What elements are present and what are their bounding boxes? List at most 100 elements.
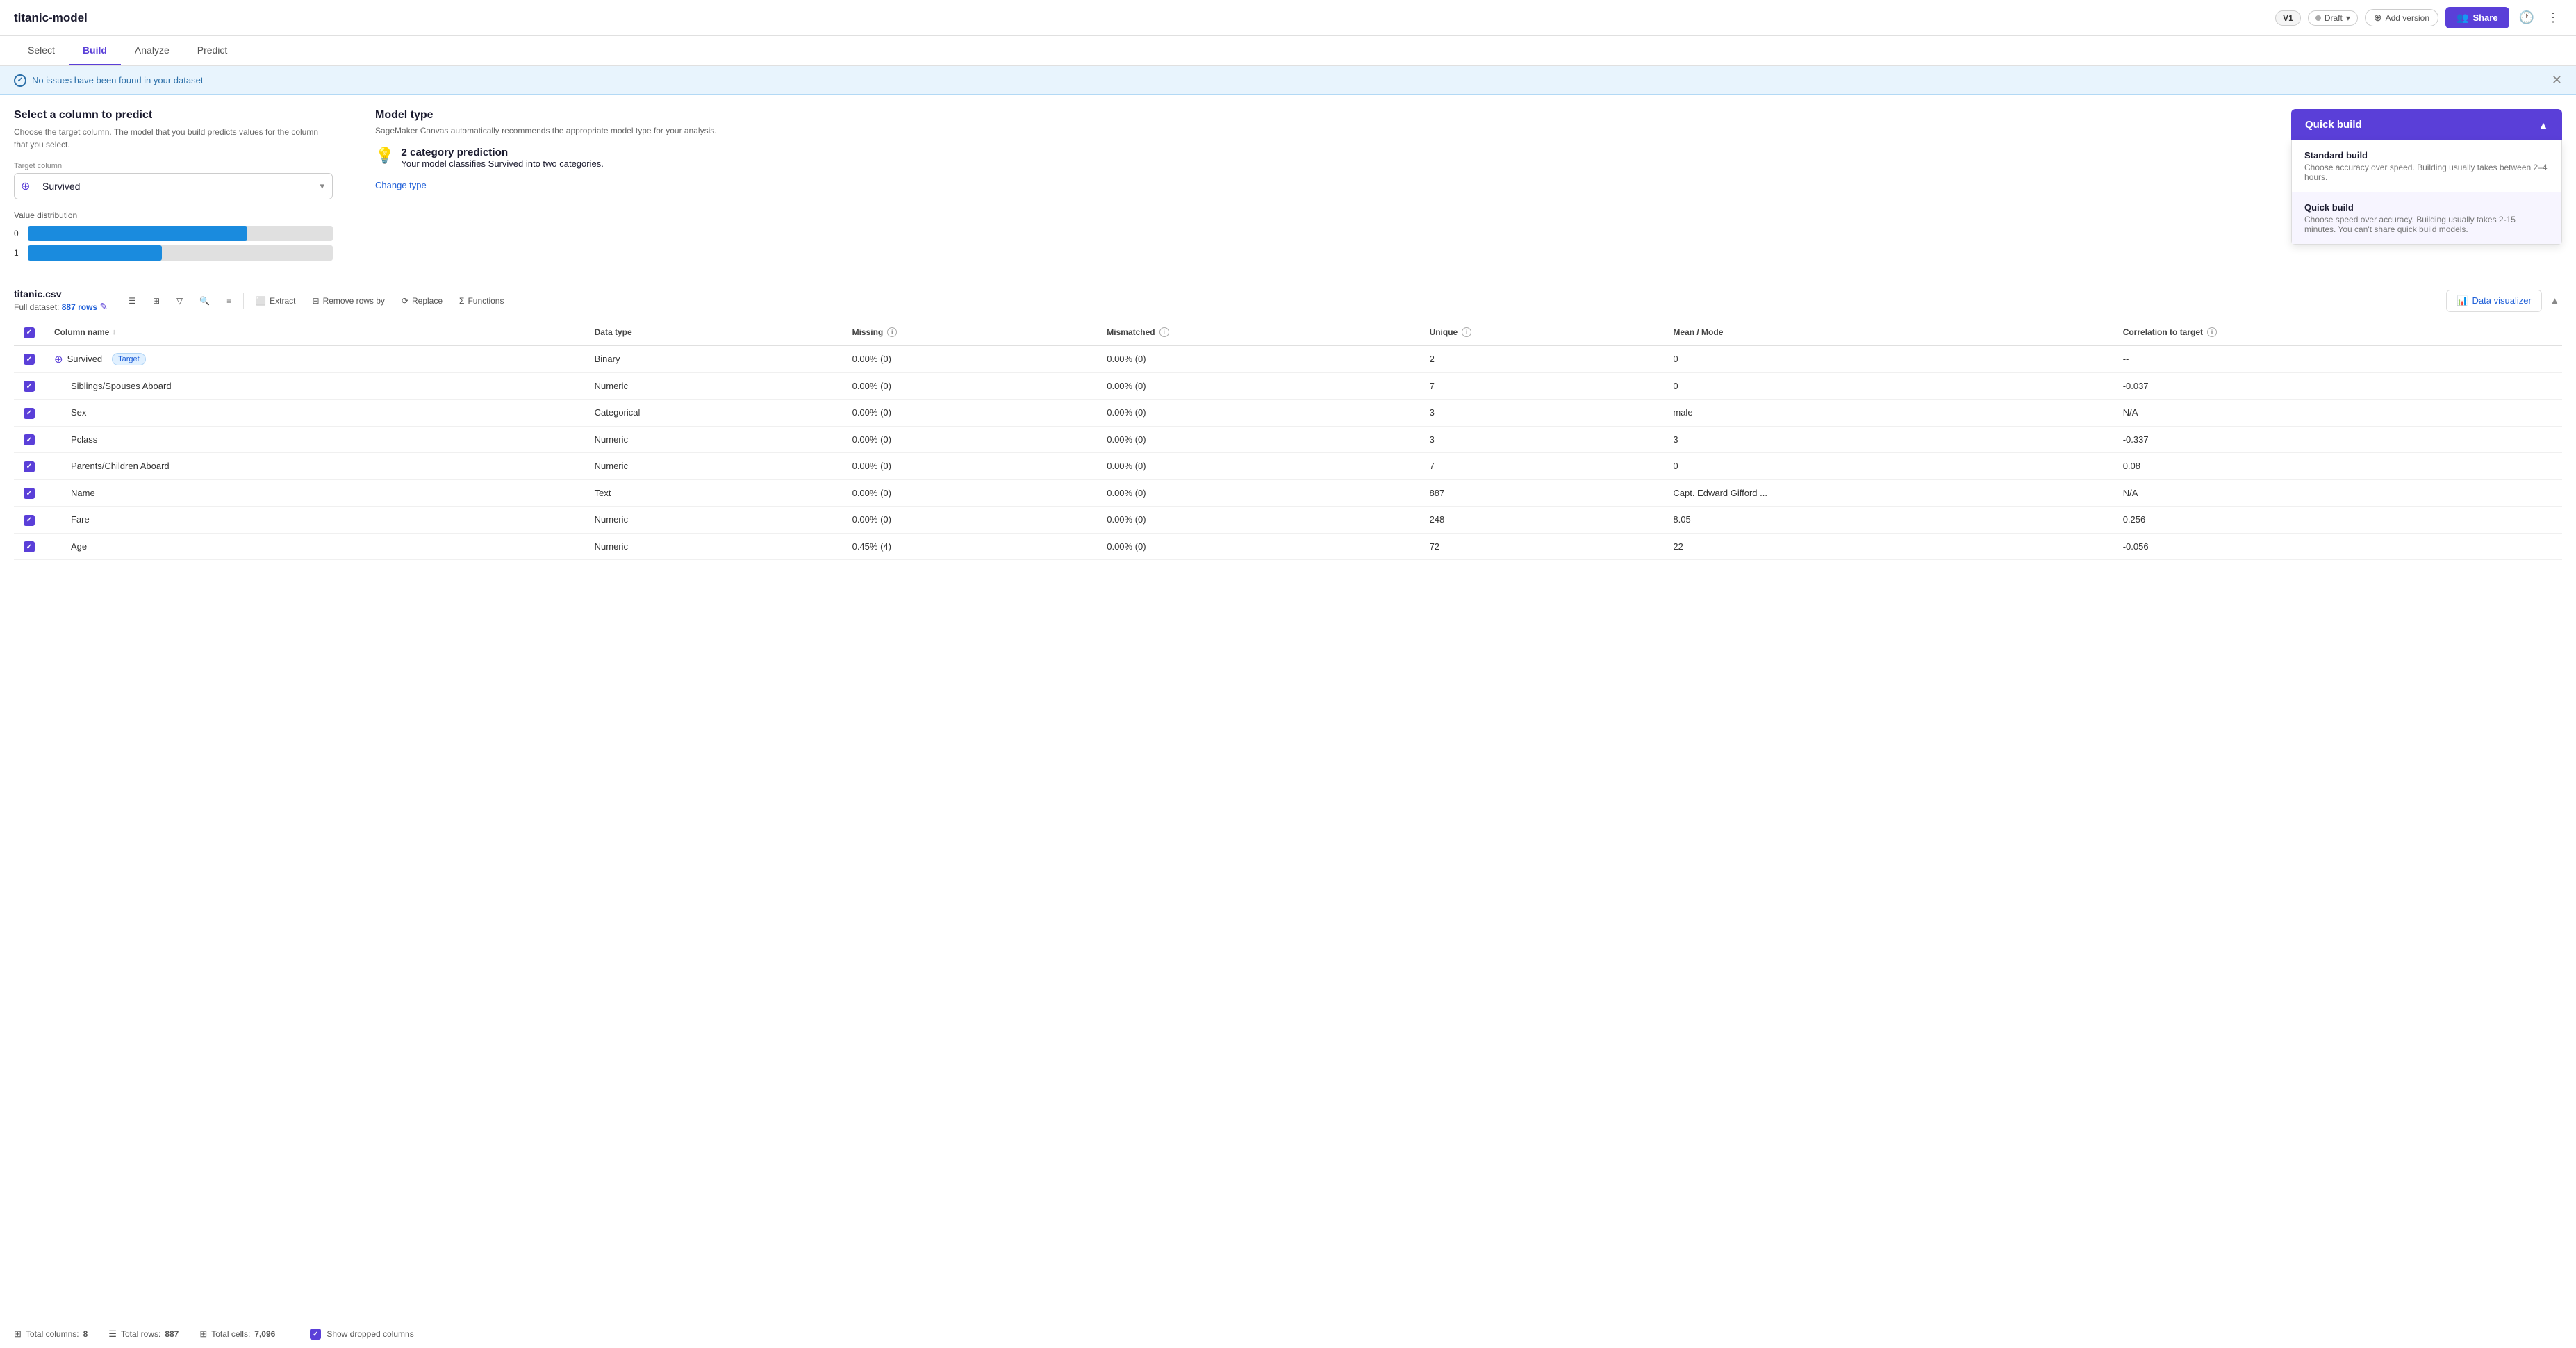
dataset-right: 📊 Data visualizer ▲ [2446, 290, 2562, 312]
prediction-desc: Your model classifies Survived into two … [401, 158, 603, 169]
mismatched-info-icon[interactable]: i [1159, 327, 1169, 337]
value-dist-label: Value distribution [14, 211, 333, 220]
row-mismatched-7: 0.00% (0) [1097, 533, 1419, 560]
row-mismatched-5: 0.00% (0) [1097, 479, 1419, 507]
extract-label: Extract [270, 296, 295, 306]
jump-button[interactable]: ≡ [220, 292, 238, 310]
replace-button[interactable]: ⟳ Replace [395, 292, 449, 310]
missing-label: Missing [852, 327, 884, 337]
missing-info-icon[interactable]: i [887, 327, 897, 337]
row-missing-0: 0.00% (0) [843, 345, 1098, 372]
row-checkbox-1[interactable]: ✓ [24, 381, 35, 392]
alert-close-button[interactable]: ✕ [2552, 73, 2562, 88]
rows-icon: ☰ [108, 1329, 117, 1340]
row-mismatched-0: 0.00% (0) [1097, 345, 1419, 372]
filter-button[interactable]: ▽ [170, 292, 190, 310]
row-unique-1: 7 [1420, 372, 1664, 400]
change-type-link[interactable]: Change type [375, 180, 427, 190]
quick-build-option[interactable]: Quick build Choose speed over accuracy. … [2292, 192, 2561, 244]
tab-build[interactable]: Build [69, 36, 121, 65]
replace-icon: ⟳ [402, 296, 408, 306]
quick-build-button[interactable]: Quick build ▲ [2291, 109, 2562, 140]
column-name-header[interactable]: Column name ↓ [54, 327, 575, 337]
more-options-button[interactable]: ⋮ [2544, 8, 2562, 28]
total-columns-item: ⊞ Total columns: 8 [14, 1329, 88, 1340]
functions-button[interactable]: Σ Functions [452, 292, 511, 310]
data-visualizer-button[interactable]: 📊 Data visualizer [2446, 290, 2541, 312]
header-column-name: Column name ↓ [44, 320, 585, 345]
dataset-rows: Full dataset: 887 rows ✎ [14, 301, 108, 313]
row-mean-mode-7: 22 [1663, 533, 2113, 560]
chevron-up-icon: ▲ [2550, 295, 2559, 306]
show-dropped-checkbox[interactable]: ✓ [310, 1329, 321, 1340]
bar-label-0: 0 [14, 229, 22, 238]
total-cells-value: 7,096 [254, 1329, 275, 1339]
row-checkbox-4[interactable]: ✓ [24, 461, 35, 472]
row-name: Age [71, 541, 87, 552]
chevron-down-icon: ▾ [2346, 13, 2350, 23]
collapse-button[interactable]: ▲ [2548, 293, 2562, 309]
app-title: titanic-model [14, 11, 88, 25]
row-checkbox-2[interactable]: ✓ [24, 408, 35, 419]
row-data-type-3: Numeric [585, 426, 843, 453]
unique-info-icon[interactable]: i [1462, 327, 1471, 337]
row-data-type-1: Numeric [585, 372, 843, 400]
row-name: Fare [71, 514, 90, 525]
row-checkbox-cell: ✓ [14, 400, 44, 427]
draft-label: Draft [2325, 13, 2343, 23]
row-mismatched-4: 0.00% (0) [1097, 453, 1419, 480]
unique-header: Unique i [1430, 327, 1654, 337]
bar-label-1: 1 [14, 248, 22, 258]
remove-rows-label: Remove rows by [323, 296, 385, 306]
row-data-type-2: Categorical [585, 400, 843, 427]
tab-predict[interactable]: Predict [183, 36, 242, 65]
target-column-selector: ⊕ Survived ▾ [14, 173, 333, 199]
standard-build-option[interactable]: Standard build Choose accuracy over spee… [2292, 140, 2561, 192]
row-data-type-4: Numeric [585, 453, 843, 480]
remove-rows-button[interactable]: ⊟ Remove rows by [306, 292, 392, 310]
row-checkbox-5[interactable]: ✓ [24, 488, 35, 499]
row-checkbox-7[interactable]: ✓ [24, 541, 35, 552]
row-name: Parents/Children Aboard [71, 461, 170, 471]
data-type-label: Data type [595, 327, 632, 337]
share-label: Share [2472, 13, 2497, 23]
tab-analyze[interactable]: Analyze [121, 36, 183, 65]
share-button[interactable]: 👥 Share [2445, 7, 2509, 28]
row-unique-7: 72 [1420, 533, 1664, 560]
row-checkbox-3[interactable]: ✓ [24, 434, 35, 445]
prediction-details: 2 category prediction Your model classif… [401, 147, 603, 169]
extract-button[interactable]: ⬜ Extract [249, 292, 302, 310]
row-mean-mode-6: 8.05 [1663, 507, 2113, 534]
edit-icon[interactable]: ✎ [99, 301, 108, 312]
row-correlation-0: -- [2113, 345, 2562, 372]
search-icon: 🔍 [199, 296, 210, 306]
tab-select[interactable]: Select [14, 36, 69, 65]
draft-button[interactable]: Draft ▾ [2308, 10, 2358, 26]
row-checkbox-6[interactable]: ✓ [24, 515, 35, 526]
header-correlation: Correlation to target i [2113, 320, 2562, 345]
total-rows-item: ☰ Total rows: 887 [108, 1329, 179, 1340]
row-correlation-2: N/A [2113, 400, 2562, 427]
check-mark: ✓ [26, 543, 32, 551]
table-row: ✓ Pclass Numeric 0.00% (0) 0.00% (0) 3 3… [14, 426, 2562, 453]
list-view-button[interactable]: ☰ [122, 292, 143, 310]
alert-content: ✓ No issues have been found in your data… [14, 74, 203, 87]
row-checkbox-cell: ✓ [14, 426, 44, 453]
target-column-select[interactable]: Survived [14, 173, 333, 199]
quick-build-label: Quick build [2305, 119, 2362, 131]
history-button[interactable]: 🕐 [2516, 8, 2537, 28]
footer: ⊞ Total columns: 8 ☰ Total rows: 887 ⊞ T… [0, 1320, 2576, 1348]
rows-count-link[interactable]: 887 rows [62, 302, 97, 312]
add-version-button[interactable]: ⊕ Add version [2365, 9, 2438, 26]
select-all-checkbox[interactable]: ✓ [24, 327, 35, 338]
standard-build-title: Standard build [2304, 150, 2549, 161]
row-checkbox-0[interactable]: ✓ [24, 354, 35, 365]
row-column-name-7: Age [44, 533, 585, 560]
grid-view-button[interactable]: ⊞ [146, 292, 167, 310]
check-mark: ✓ [26, 356, 32, 363]
prediction-info: 💡 2 category prediction Your model class… [375, 147, 2249, 169]
search-button[interactable]: 🔍 [192, 292, 217, 310]
correlation-info-icon[interactable]: i [2207, 327, 2217, 337]
row-mean-mode-0: 0 [1663, 345, 2113, 372]
row-data-type-0: Binary [585, 345, 843, 372]
